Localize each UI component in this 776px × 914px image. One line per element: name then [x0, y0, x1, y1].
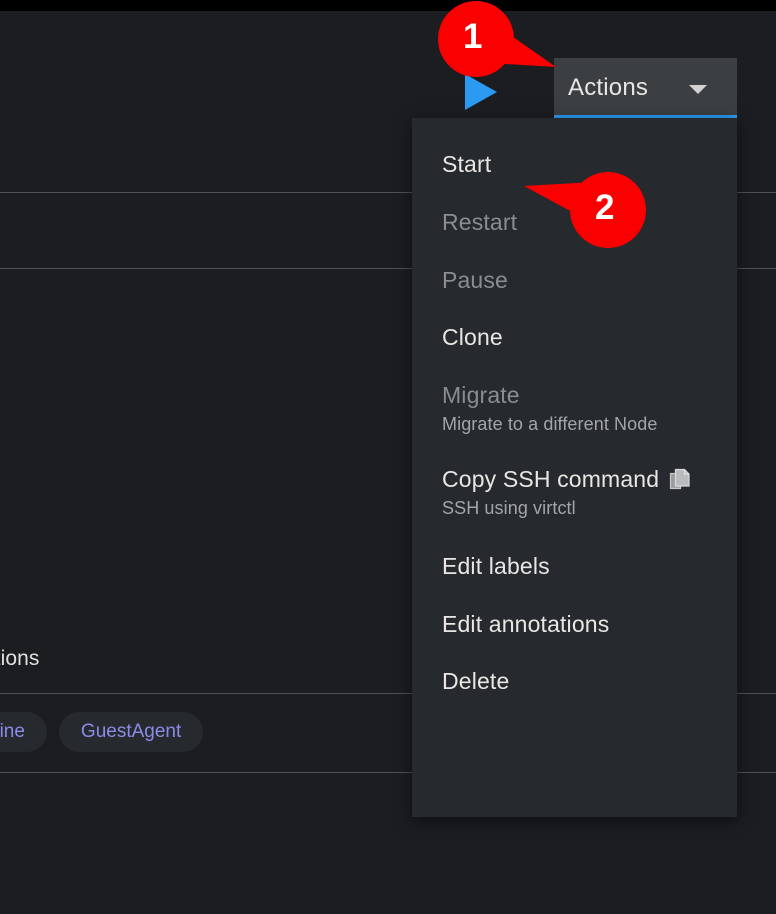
screenshot-root: Indications Online GuestAgent Actions St…	[0, 0, 776, 914]
copy-icon	[669, 468, 691, 492]
menu-item-label: Pause	[442, 268, 715, 294]
menu-item-label: Clone	[442, 325, 715, 351]
menu-item-label: Copy SSH command	[442, 467, 659, 493]
actions-button-label: Actions	[568, 74, 648, 102]
menu-item-label: Migrate	[442, 383, 715, 409]
status-chip-guestagent[interactable]: GuestAgent	[59, 712, 203, 752]
top-black-bar	[0, 0, 776, 11]
menu-item-label: Edit annotations	[442, 612, 715, 638]
menu-item-label: Start	[442, 152, 715, 178]
chevron-down-icon	[689, 85, 707, 94]
menu-item-restart: Restart	[412, 192, 737, 250]
indications-chip-row: Online GuestAgent	[0, 712, 203, 752]
actions-dropdown-button[interactable]: Actions	[554, 58, 737, 118]
menu-item-edit-annotations[interactable]: Edit annotations	[412, 594, 737, 652]
play-icon[interactable]	[463, 72, 499, 112]
menu-item-label: Delete	[442, 669, 715, 695]
menu-item-clone[interactable]: Clone	[412, 307, 737, 365]
menu-item-edit-labels[interactable]: Edit labels	[412, 528, 737, 594]
menu-item-pause: Pause	[412, 250, 737, 308]
status-chip-online[interactable]: Online	[0, 712, 47, 752]
menu-item-label: Edit labels	[442, 554, 715, 580]
indications-section-title: Indications	[0, 647, 40, 671]
menu-item-label-row: Copy SSH command	[442, 467, 715, 493]
menu-item-migrate: Migrate Migrate to a different Node	[412, 365, 737, 444]
menu-item-copy-ssh-command[interactable]: Copy SSH command SSH using virtctl	[412, 444, 737, 528]
menu-item-label: Restart	[442, 210, 715, 236]
menu-item-description: SSH using virtctl	[442, 498, 715, 518]
menu-item-start[interactable]: Start	[412, 126, 737, 192]
actions-dropdown-menu: Start Restart Pause Clone Migrate Migrat…	[412, 118, 737, 817]
menu-item-description: Migrate to a different Node	[442, 414, 715, 434]
menu-item-delete[interactable]: Delete	[412, 651, 737, 709]
